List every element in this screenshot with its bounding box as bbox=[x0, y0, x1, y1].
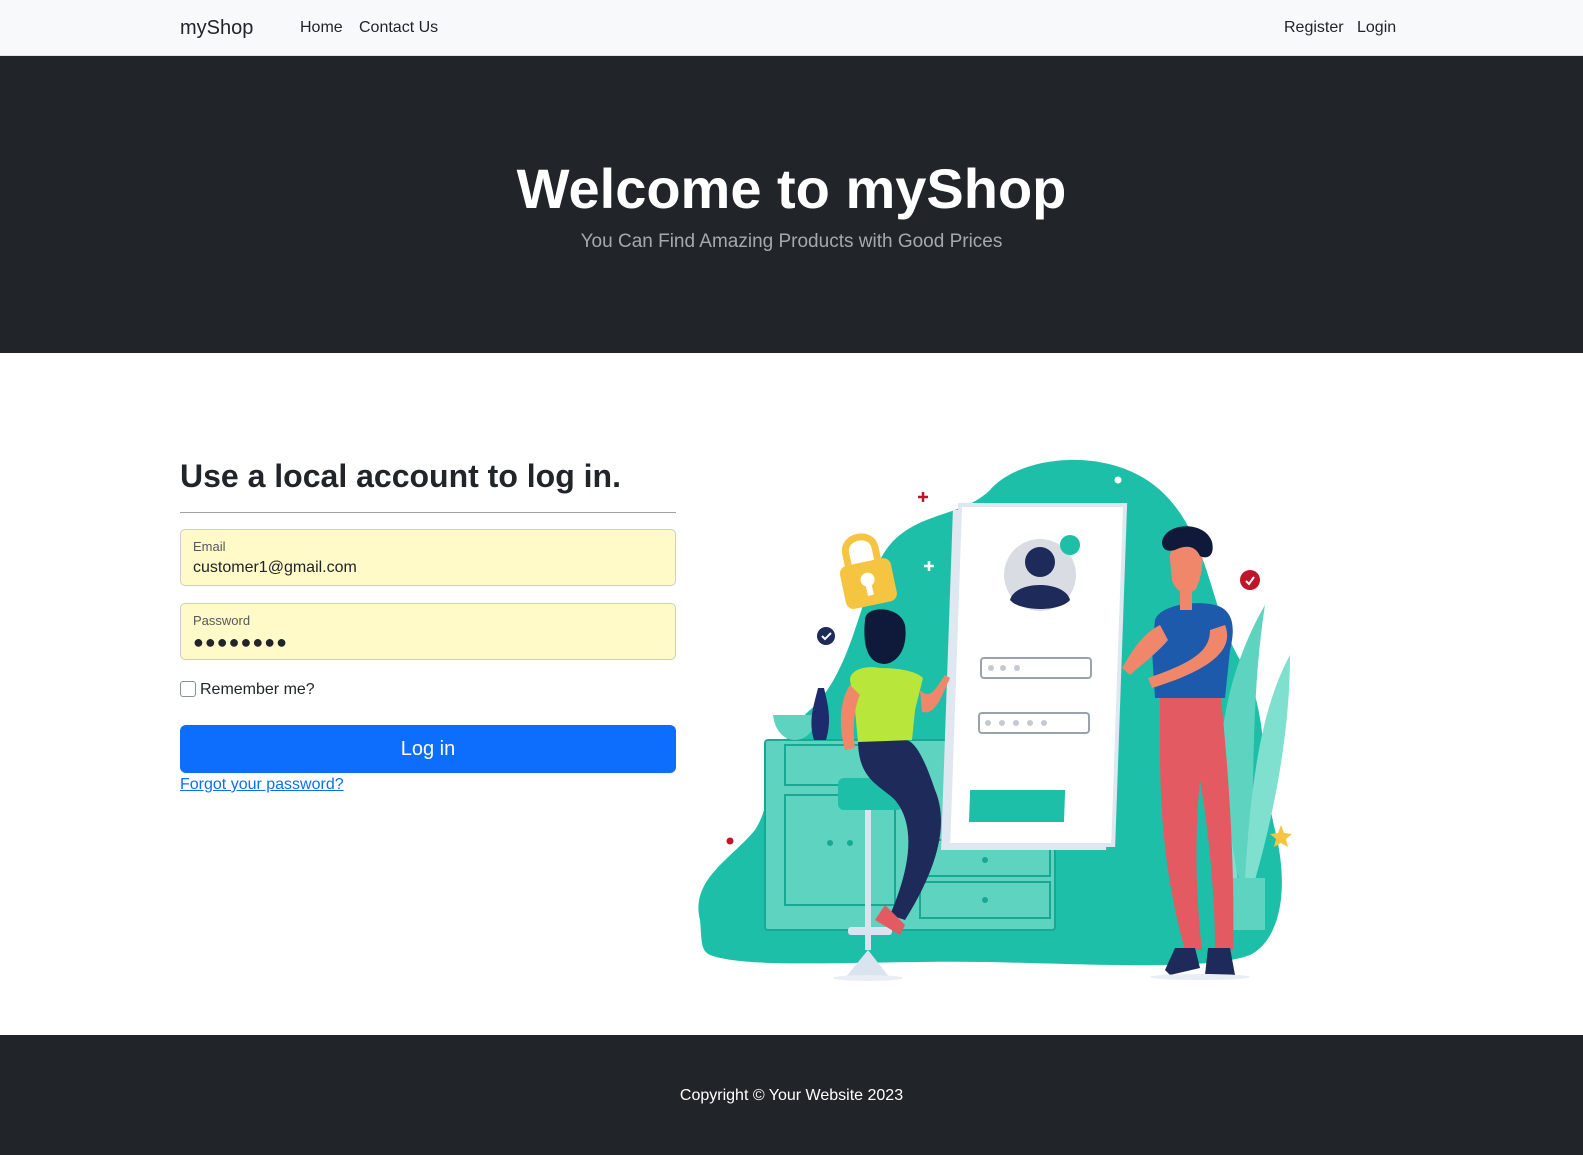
field-2 bbox=[978, 712, 1090, 734]
login-illustration bbox=[698, 459, 1292, 981]
nav-link-home[interactable]: Home bbox=[300, 19, 343, 37]
nav-link-login[interactable]: Login bbox=[1357, 19, 1396, 37]
login-button[interactable]: Log in bbox=[180, 725, 676, 773]
forgot-password-link[interactable]: Forgot your password? bbox=[180, 776, 344, 794]
footer: Copyright © Your Website 2023 bbox=[0, 1035, 1583, 1155]
email-input[interactable] bbox=[193, 557, 663, 579]
nav-link-register[interactable]: Register bbox=[1284, 19, 1344, 37]
hero-banner: Welcome to myShop You Can Find Amazing P… bbox=[0, 56, 1583, 353]
email-field[interactable]: Email bbox=[180, 529, 676, 586]
hero-subtitle: You Can Find Amazing Products with Good … bbox=[580, 231, 1003, 252]
padlock bbox=[839, 533, 897, 609]
top-navbar: myShop Home Contact Us Register Login bbox=[0, 0, 1583, 56]
field-1 bbox=[980, 657, 1092, 679]
remember-me-checkbox[interactable] bbox=[180, 681, 196, 697]
hero-title: Welcome to myShop bbox=[516, 157, 1067, 220]
remember-me-label[interactable]: Remember me? bbox=[200, 681, 315, 699]
password-label: Password bbox=[193, 613, 251, 628]
screen-button bbox=[969, 790, 1066, 822]
brand-logo[interactable]: myShop bbox=[180, 17, 253, 40]
email-label: Email bbox=[193, 539, 226, 554]
copyright-text: Copyright © Your Website 2023 bbox=[679, 1087, 904, 1104]
nav-link-contact[interactable]: Contact Us bbox=[359, 19, 438, 37]
login-heading: Use a local account to log in. bbox=[180, 458, 621, 494]
password-input[interactable] bbox=[193, 631, 663, 653]
heading-divider bbox=[180, 512, 676, 513]
password-field[interactable]: Password bbox=[180, 603, 676, 660]
